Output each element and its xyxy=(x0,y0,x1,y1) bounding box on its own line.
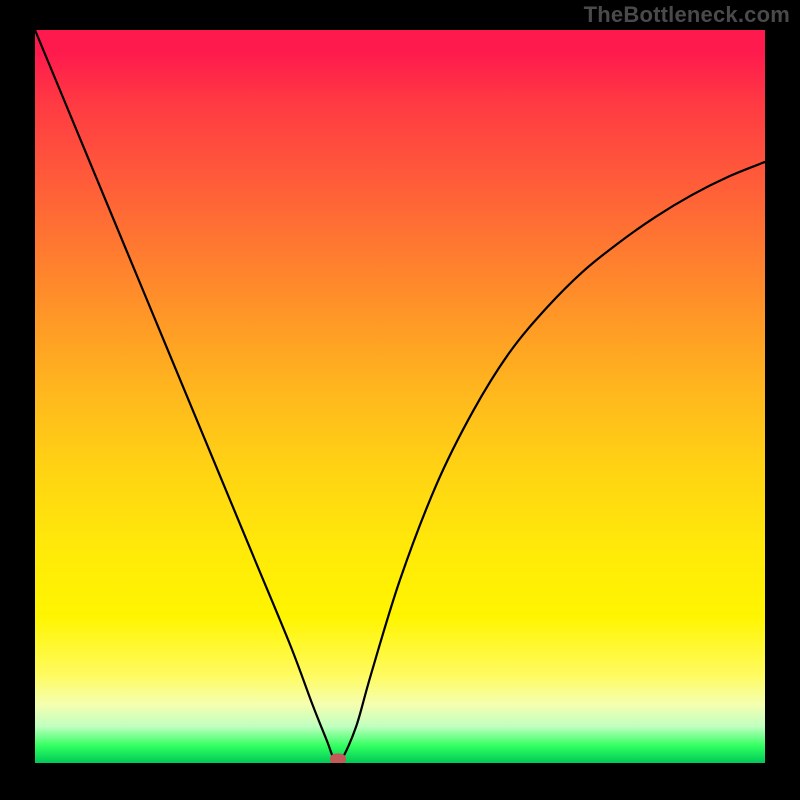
chart-frame: TheBottleneck.com xyxy=(0,0,800,800)
plot-area xyxy=(35,30,765,763)
watermark-text: TheBottleneck.com xyxy=(584,2,790,28)
optimal-point-marker xyxy=(330,754,346,763)
bottleneck-curve xyxy=(35,30,765,763)
